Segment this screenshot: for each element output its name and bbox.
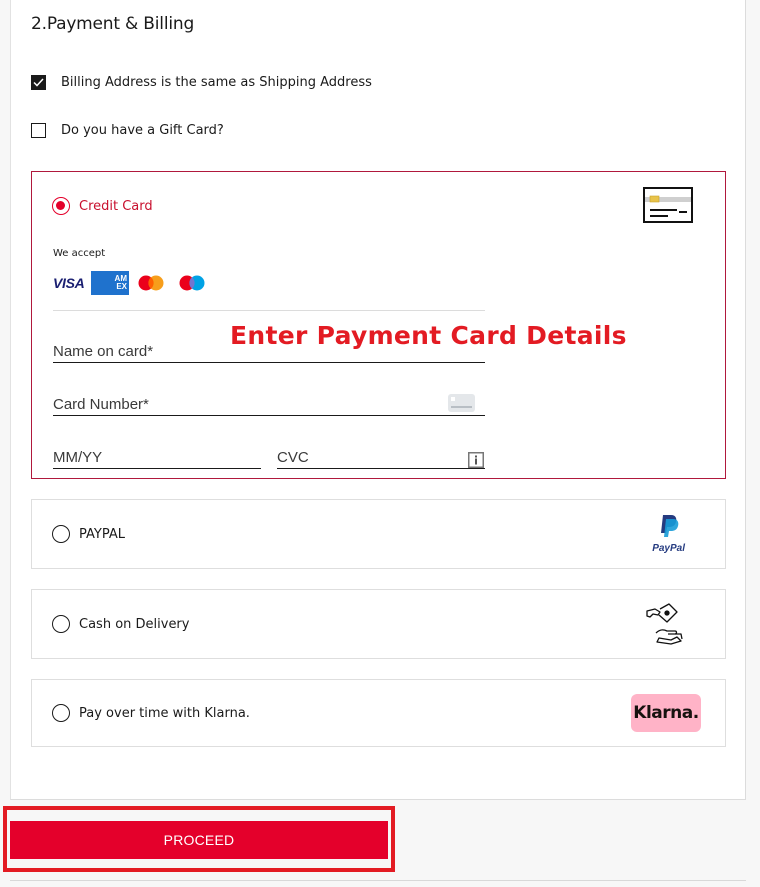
amex-logo-text-bottom: EX xyxy=(116,282,127,291)
klarna-logo: Klarna. xyxy=(631,694,701,732)
visa-logo: VISA xyxy=(53,275,85,291)
maestro-logo xyxy=(179,275,205,291)
credit-card-label: Credit Card xyxy=(79,198,153,214)
paypal-p-icon xyxy=(660,515,678,537)
section-title: 2.Payment & Billing xyxy=(31,14,195,34)
bottom-divider xyxy=(10,880,746,881)
klarna-radio[interactable] xyxy=(52,704,70,722)
divider xyxy=(53,310,485,311)
cvc-field[interactable] xyxy=(277,441,485,469)
gift-card-checkbox-row[interactable]: Do you have a Gift Card? xyxy=(31,123,224,138)
annotation-enter-card-details: Enter Payment Card Details xyxy=(230,321,627,350)
paypal-logo: PayPal xyxy=(652,514,685,554)
klarna-label: Pay over time with Klarna. xyxy=(79,705,250,721)
accepted-cards: VISA AM EX xyxy=(53,271,205,295)
paypal-radio[interactable] xyxy=(52,525,70,543)
billing-same-checkbox-row[interactable]: Billing Address is the same as Shipping … xyxy=(31,75,372,90)
klarna-radio-row[interactable]: Pay over time with Klarna. xyxy=(52,704,250,722)
credit-card-radio-row[interactable]: Credit Card xyxy=(52,197,153,215)
payment-method-paypal[interactable]: PAYPAL PayPal xyxy=(31,499,726,569)
payment-method-cash-on-delivery[interactable]: Cash on Delivery xyxy=(31,589,726,659)
billing-same-label: Billing Address is the same as Shipping … xyxy=(61,75,372,90)
cod-label: Cash on Delivery xyxy=(79,616,190,632)
billing-same-checkbox[interactable] xyxy=(31,75,46,90)
mastercard-logo xyxy=(138,275,164,291)
expiry-input[interactable] xyxy=(53,441,261,468)
credit-card-radio[interactable] xyxy=(52,197,70,215)
cod-radio[interactable] xyxy=(52,615,70,633)
credit-card-icon xyxy=(643,187,693,223)
gift-card-checkbox[interactable] xyxy=(31,123,46,138)
we-accept-label: We accept xyxy=(53,248,106,259)
info-icon[interactable] xyxy=(468,452,484,468)
generic-card-icon xyxy=(448,394,475,412)
card-number-input[interactable] xyxy=(53,388,485,415)
amex-logo: AM EX xyxy=(91,271,129,295)
cvc-input[interactable] xyxy=(277,441,485,468)
gift-card-label: Do you have a Gift Card? xyxy=(61,123,224,138)
checkmark-icon xyxy=(33,78,44,87)
cod-radio-row[interactable]: Cash on Delivery xyxy=(52,615,189,633)
payment-method-klarna[interactable]: Pay over time with Klarna. Klarna. xyxy=(31,679,726,747)
payment-billing-panel: 2.Payment & Billing Billing Address is t… xyxy=(10,0,746,800)
cash-hand-icon xyxy=(646,603,683,645)
expiry-field[interactable] xyxy=(53,441,261,469)
card-number-field[interactable] xyxy=(53,388,485,416)
paypal-label: PAYPAL xyxy=(79,526,125,542)
paypal-logo-text: PayPal xyxy=(652,543,685,554)
paypal-radio-row[interactable]: PAYPAL xyxy=(52,525,125,543)
proceed-button[interactable]: PROCEED xyxy=(10,821,388,859)
payment-method-credit-card[interactable]: Credit Card We accept VISA AM EX Name on… xyxy=(31,171,726,479)
